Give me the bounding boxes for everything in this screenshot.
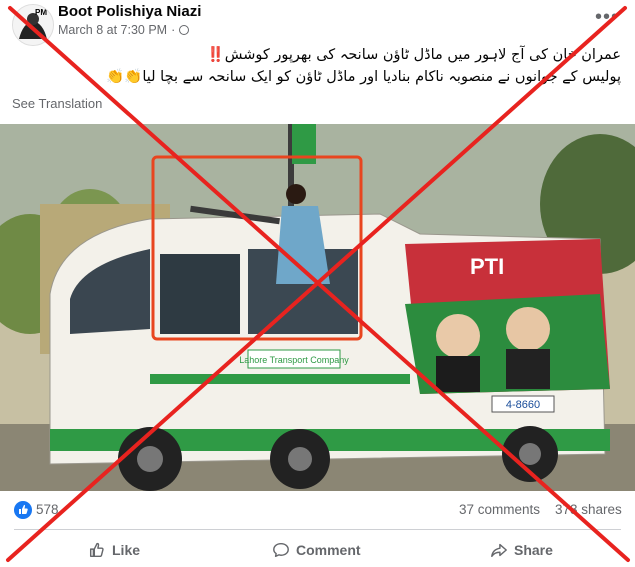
like-label: Like (112, 542, 141, 558)
photo-scene: Lahore Transport Company PTI 4-8660 (0, 124, 635, 491)
share-label: Share (514, 542, 553, 558)
see-translation-link[interactable]: See Translation (12, 96, 102, 111)
author-name[interactable]: Boot Polishiya Niazi (58, 3, 201, 20)
meta-separator: · (171, 23, 176, 37)
post-header: PM Boot Polishiya Niazi March 8 at 7:30 … (0, 0, 635, 48)
shares-count[interactable]: 373 shares (555, 502, 622, 517)
bus-label: Lahore Transport Company (239, 355, 349, 365)
post-meta: March 8 at 7:30 PM · (58, 23, 190, 37)
avatar-label: PM (35, 8, 47, 17)
globe-icon (179, 25, 190, 35)
comment-icon (273, 542, 289, 558)
like-icon (89, 542, 104, 558)
avatar-image: PM (13, 5, 53, 45)
comment-label: Comment (296, 542, 361, 558)
post-actions: Like Comment Share (0, 531, 635, 567)
plate-text: 4-8660 (506, 399, 540, 411)
post-text-line-1: عمران خان کی آج لاہور میں ماڈل ٹاؤن سانح… (206, 47, 621, 63)
avatar[interactable]: PM (12, 4, 54, 46)
comment-button[interactable]: Comment (272, 537, 361, 563)
post-text: عمران خان کی آج لاہور میں ماڈل ٹاؤن سانح… (21, 44, 621, 88)
post-photo[interactable]: Lahore Transport Company PTI 4-8660 (0, 124, 635, 491)
reaction-stats: 578 37 comments 373 shares (0, 491, 635, 529)
comments-count[interactable]: 37 comments (459, 502, 540, 517)
share-icon (491, 543, 507, 558)
like-reaction-icon[interactable] (14, 501, 32, 519)
banner-text: PTI (470, 254, 504, 279)
like-button[interactable]: Like (88, 537, 140, 563)
more-icon[interactable]: ••• (595, 6, 619, 29)
share-button[interactable]: Share (490, 537, 553, 563)
timestamp[interactable]: March 8 at 7:30 PM (58, 23, 167, 37)
post-text-line-2: پولیس کے جوانوں نے منصوبہ ناکام بنادیا ا… (106, 69, 621, 85)
like-count[interactable]: 578 (36, 502, 59, 517)
divider (14, 529, 621, 530)
